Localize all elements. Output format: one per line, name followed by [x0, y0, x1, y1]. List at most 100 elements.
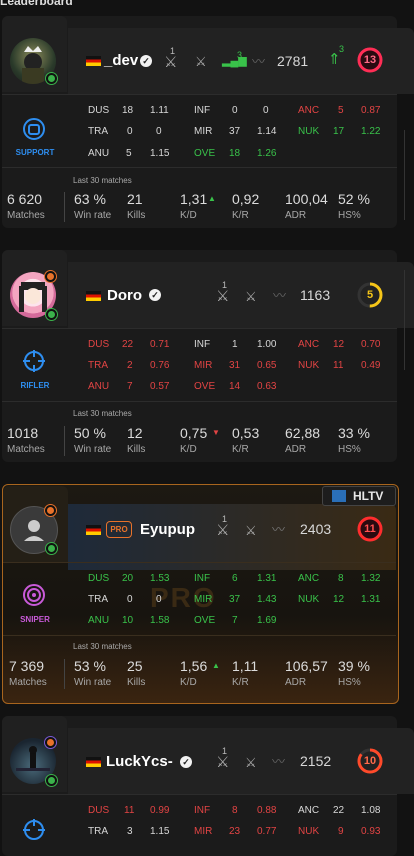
player-name[interactable]: Eyupup — [140, 521, 195, 538]
map-kd: 1.26 — [257, 148, 277, 159]
map-kd: 0.93 — [361, 826, 381, 837]
map-kd: 0 — [156, 126, 162, 137]
map-kd: 0.88 — [257, 805, 277, 816]
player-name[interactable]: Doro — [107, 287, 142, 304]
swords-disabled-icon[interactable]: ⚔ — [195, 55, 207, 68]
hs-value: 52 % — [338, 191, 370, 207]
rank-icon — [44, 504, 57, 517]
role-label: SUPPORT — [15, 148, 55, 157]
map-name: INF — [194, 805, 211, 816]
map-kd: 0.65 — [257, 360, 277, 371]
map-name: OVE — [194, 615, 216, 626]
trend-icon: 〰 — [272, 522, 286, 537]
hs-value: 33 % — [338, 425, 370, 441]
matches-value: 1018 — [7, 425, 39, 441]
map-matches: 12 — [333, 339, 345, 350]
map-name: OVE — [194, 381, 216, 392]
crossed-swords-icon[interactable]: ⚔ — [216, 523, 229, 538]
kr-value: 0,92 — [232, 191, 260, 207]
kd-label: K/D — [180, 210, 197, 221]
map-kd: 1.32 — [361, 573, 381, 584]
map-kd: 0.76 — [150, 360, 170, 371]
trend-icon: 〰 — [273, 288, 287, 303]
map-name: ANU — [88, 615, 110, 626]
map-name: ANU — [88, 381, 110, 392]
map-name: TRA — [88, 826, 108, 837]
last30-label: Last 30 matches — [73, 642, 132, 651]
target-icon — [23, 584, 45, 606]
arrow-up-icon: ▲ — [208, 194, 216, 203]
level-value: 10 — [363, 755, 377, 767]
map-kd: 0.49 — [361, 360, 381, 371]
player-name[interactable]: _dev — [104, 52, 138, 69]
map-name: TRA — [88, 126, 108, 137]
double-chevron-up-icon: ⇑ — [328, 51, 341, 68]
map-kd: 1.22 — [361, 126, 381, 137]
map-name: ANC — [298, 339, 320, 350]
map-name: MIR — [194, 126, 213, 137]
map-matches: 22 — [122, 339, 134, 350]
map-matches: 12 — [333, 594, 345, 605]
map-kd: 1.31 — [361, 594, 381, 605]
flag-icon — [86, 56, 101, 66]
map-kd: 1.15 — [150, 148, 170, 159]
map-name: INF — [194, 105, 211, 116]
map-matches: 18 — [229, 148, 241, 159]
map-kd: 1.43 — [257, 594, 277, 605]
map-matches: 3 — [127, 826, 133, 837]
map-kd: 1.15 — [150, 826, 170, 837]
map-kd: 1.00 — [257, 339, 277, 350]
map-kd: 1.69 — [257, 615, 277, 626]
hltv-button[interactable]: HLTV — [322, 486, 396, 506]
swords-disabled-icon[interactable]: ⚔ — [245, 524, 257, 537]
signal-count: 3 — [237, 50, 243, 60]
kr-value: 0,53 — [232, 425, 260, 441]
player-name[interactable]: LuckYcs- — [106, 753, 173, 770]
map-name: DUS — [88, 105, 110, 116]
divider — [64, 192, 65, 222]
map-name: INF — [194, 573, 211, 584]
crossed-swords-icon[interactable]: ⚔ — [216, 289, 229, 304]
elo-trend-count: 3 — [339, 44, 345, 54]
crossed-swords-icon[interactable]: ⚔ — [216, 755, 229, 770]
kd-value: 0,75 — [180, 425, 208, 441]
map-matches: 37 — [229, 126, 241, 137]
map-matches: 17 — [333, 126, 345, 137]
map-name: TRA — [88, 360, 108, 371]
map-matches: 1 — [232, 339, 238, 350]
map-kd: 1.11 — [150, 105, 169, 116]
swords-disabled-icon[interactable]: ⚔ — [245, 290, 257, 303]
map-matches: 22 — [333, 805, 345, 816]
adr-value: 100,04 — [285, 191, 328, 207]
matches-label: Matches — [9, 677, 47, 688]
map-kd: 1.14 — [257, 126, 277, 137]
kr-label: K/R — [232, 210, 249, 221]
map-matches: 6 — [232, 573, 238, 584]
kills-value: 21 — [127, 191, 143, 207]
map-name: NUK — [298, 126, 320, 137]
divider — [2, 401, 397, 402]
rank-icon — [44, 270, 57, 283]
pro-badge: PRO — [106, 521, 132, 538]
winrate-label: Win rate — [74, 444, 112, 455]
shield-icon — [45, 308, 58, 321]
map-name: OVE — [194, 148, 216, 159]
divider — [404, 130, 405, 220]
role-label: RIFLER — [20, 381, 50, 390]
flag-icon — [86, 291, 101, 301]
crossed-swords-icon[interactable]: ⚔ — [164, 55, 177, 70]
kd-value: 1,31 — [180, 191, 208, 207]
map-matches: 8 — [338, 573, 344, 584]
map-matches: 23 — [229, 826, 241, 837]
map-name: MIR — [194, 826, 213, 837]
swords-disabled-icon[interactable]: ⚔ — [245, 756, 257, 769]
map-kd: 0.63 — [257, 381, 277, 392]
map-name: DUS — [88, 573, 110, 584]
kd-value: 1,56 — [180, 658, 208, 674]
map-matches: 0 — [127, 126, 133, 137]
divider — [2, 167, 397, 168]
winrate-value: 50 % — [74, 425, 106, 441]
hs-label: HS% — [338, 444, 361, 455]
verified-icon: ✓ — [149, 289, 161, 301]
map-matches: 18 — [122, 105, 134, 116]
